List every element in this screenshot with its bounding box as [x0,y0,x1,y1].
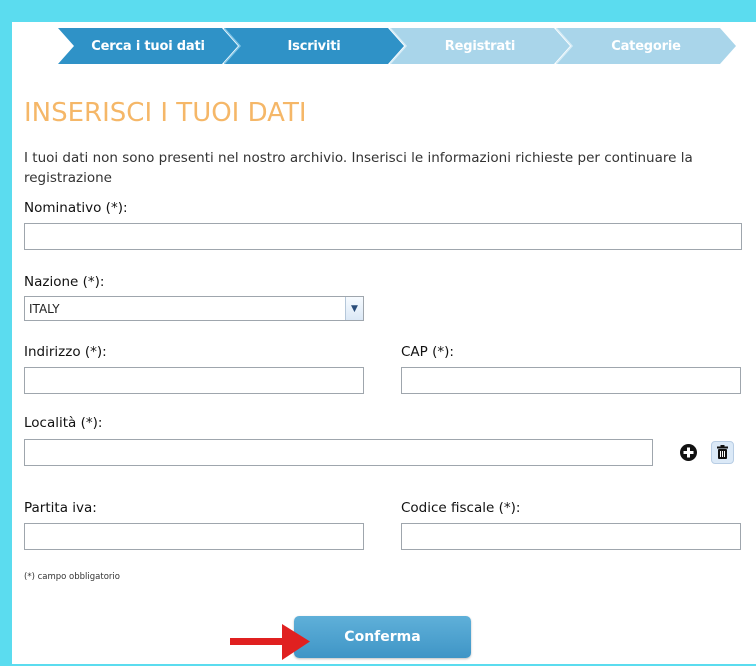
annotation-arrow-icon [230,624,310,660]
nominativo-input[interactable] [24,223,742,250]
localita-input[interactable] [24,439,653,466]
trash-icon [717,445,728,459]
step-label: Iscriviti [287,38,341,54]
step-categorie: Categorie [556,28,736,64]
step-label: Categorie [611,38,681,54]
nazione-label: Nazione (*): [24,274,105,290]
codice-fiscale-input[interactable] [401,523,741,550]
step-label: Registrati [444,38,516,54]
intro-text: I tuoi dati non sono presenti nel nostro… [24,150,693,186]
step-registrati: Registrati [390,28,570,64]
add-localita-button[interactable] [678,442,699,463]
plus-circle-icon [680,444,697,461]
step-cerca-i-tuoi-dati: Cerca i tuoi dati [58,28,238,64]
required-fields-note: (*) campo obbligatorio [24,572,120,582]
nazione-selected-value: ITALY [29,301,60,316]
confirm-button[interactable]: Conferma [294,616,471,658]
chevron-down-icon[interactable]: ▼ [345,297,363,320]
nazione-select[interactable]: ITALY ▼ [24,296,364,321]
partita-iva-label: Partita iva: [24,500,97,516]
nominativo-label: Nominativo (*): [24,200,128,216]
cap-input[interactable] [401,367,741,394]
localita-label: Località (*): [24,415,103,431]
step-iscriviti: Iscriviti [224,28,404,64]
step-label: Cerca i tuoi dati [91,38,205,54]
registration-panel: Cerca i tuoi dati Iscriviti Registrati C… [12,22,756,664]
cap-label: CAP (*): [401,344,454,360]
progress-steps: Cerca i tuoi dati Iscriviti Registrati C… [58,28,738,64]
indirizzo-label: Indirizzo (*): [24,344,107,360]
partita-iva-input[interactable] [24,523,364,550]
page-title: INSERISCI I TUOI DATI [24,98,307,128]
indirizzo-input[interactable] [24,367,364,394]
delete-localita-button[interactable] [711,441,734,464]
codice-fiscale-label: Codice fiscale (*): [401,500,521,516]
